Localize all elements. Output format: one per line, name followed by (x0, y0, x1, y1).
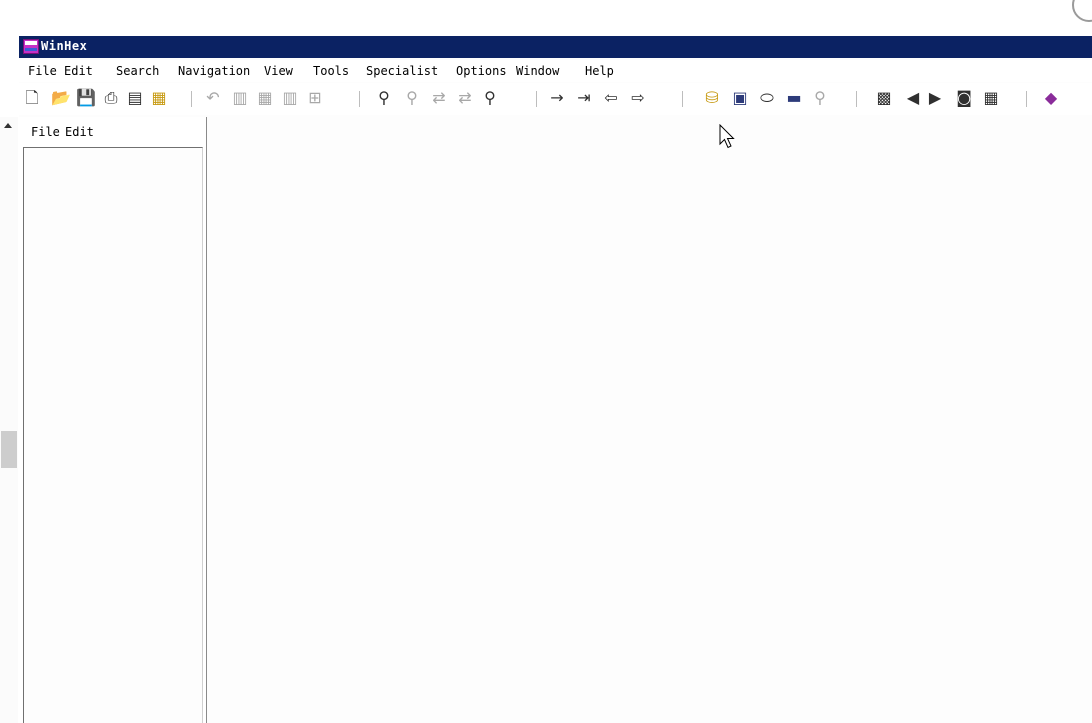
print-icon[interactable]: ⎙ (101, 88, 121, 108)
outer-scrollbar[interactable] (0, 117, 18, 723)
menu-search[interactable]: Search (116, 64, 159, 78)
hash-icon[interactable]: ⚲ (810, 88, 830, 108)
table-icon[interactable]: ▦ (981, 88, 1001, 108)
open-disk-icon[interactable]: ⛁ (702, 88, 722, 108)
winhex-window: WinHex File Edit Search Navigation View … (19, 36, 1092, 723)
save-icon[interactable]: 💾 (76, 88, 96, 108)
workspace-area[interactable] (208, 117, 1092, 723)
analyze-icon[interactable]: ▩ (874, 88, 894, 108)
back-icon[interactable]: ⇦ (601, 88, 621, 108)
snapshot-icon[interactable]: ◙ (954, 88, 974, 108)
find-hex-icon[interactable]: ⚲ (402, 88, 422, 108)
next-icon[interactable]: ▶ (925, 88, 945, 108)
menu-specialist[interactable]: Specialist (366, 64, 438, 78)
previous-icon[interactable]: ◀ (903, 88, 923, 108)
calculator-icon[interactable]: ▬ (784, 88, 804, 108)
toolbar-separator (856, 91, 857, 107)
menu-options[interactable]: Options (456, 64, 507, 78)
scroll-thumb[interactable] (1, 431, 17, 468)
edit-ram-icon[interactable]: ▣ (730, 88, 750, 108)
replace-hex-icon[interactable]: ⇄ (455, 88, 475, 108)
find-next-icon[interactable]: ⚲ (480, 88, 500, 108)
undo-icon[interactable]: ↶ (203, 88, 223, 108)
paste-icon[interactable]: ▥ (280, 88, 300, 108)
cut-icon[interactable]: ▥ (230, 88, 250, 108)
copy-icon[interactable]: ▦ (255, 88, 275, 108)
goto-page-icon[interactable]: ⇥ (574, 88, 594, 108)
title-bar[interactable]: WinHex (19, 36, 1092, 58)
directory-panel: File Edit (19, 117, 207, 723)
menu-help[interactable]: Help (585, 64, 614, 78)
write-block-icon[interactable]: ⊞ (305, 88, 325, 108)
toolbar-separator (359, 91, 360, 107)
help-book-icon[interactable]: ◆ (1041, 88, 1061, 108)
menu-tools[interactable]: Tools (313, 64, 349, 78)
panel-menu-bar: File Edit (19, 117, 206, 147)
panel-menu-file[interactable]: File (31, 125, 60, 139)
toolbar-separator (191, 91, 192, 107)
menu-bar: File Edit Search Navigation View Tools S… (19, 60, 1092, 82)
replace-text-icon[interactable]: ⇄ (429, 88, 449, 108)
exit-icon[interactable]: ▦ (149, 88, 169, 108)
directory-list[interactable] (23, 147, 203, 723)
menu-file[interactable]: File (28, 64, 57, 78)
forward-icon[interactable]: ⇨ (628, 88, 648, 108)
window-title: WinHex (41, 39, 88, 53)
toolbar-separator (536, 91, 537, 107)
mouse-pointer-icon (719, 124, 735, 149)
winhex-logo-icon (23, 39, 39, 54)
corner-decoration (1072, 0, 1092, 22)
menu-navigation[interactable]: Navigation (178, 64, 250, 78)
find-text-icon[interactable]: ⚲ (374, 88, 394, 108)
scroll-up-arrow-icon[interactable] (4, 123, 12, 128)
goto-offset-icon[interactable]: → (547, 88, 567, 108)
ram-icon[interactable]: ⬭ (757, 88, 777, 108)
open-folder-icon[interactable]: 📂 (51, 88, 71, 108)
toolbar-separator (682, 91, 683, 107)
toolbar-separator (1026, 91, 1027, 107)
panel-menu-edit[interactable]: Edit (65, 125, 94, 139)
menu-window[interactable]: Window (516, 64, 559, 78)
new-file-icon[interactable]: 🗋 (22, 88, 42, 108)
properties-icon[interactable]: ▤ (125, 88, 145, 108)
menu-edit[interactable]: Edit (64, 64, 93, 78)
menu-view[interactable]: View (264, 64, 293, 78)
toolbar: 🗋 📂 💾 ⎙ ▤ ▦ ↶ ▥ ▦ ▥ ⊞ ⚲ ⚲ ⇄ ⇄ ⚲ → ⇥ ⇦ ⇨ … (19, 83, 1092, 115)
